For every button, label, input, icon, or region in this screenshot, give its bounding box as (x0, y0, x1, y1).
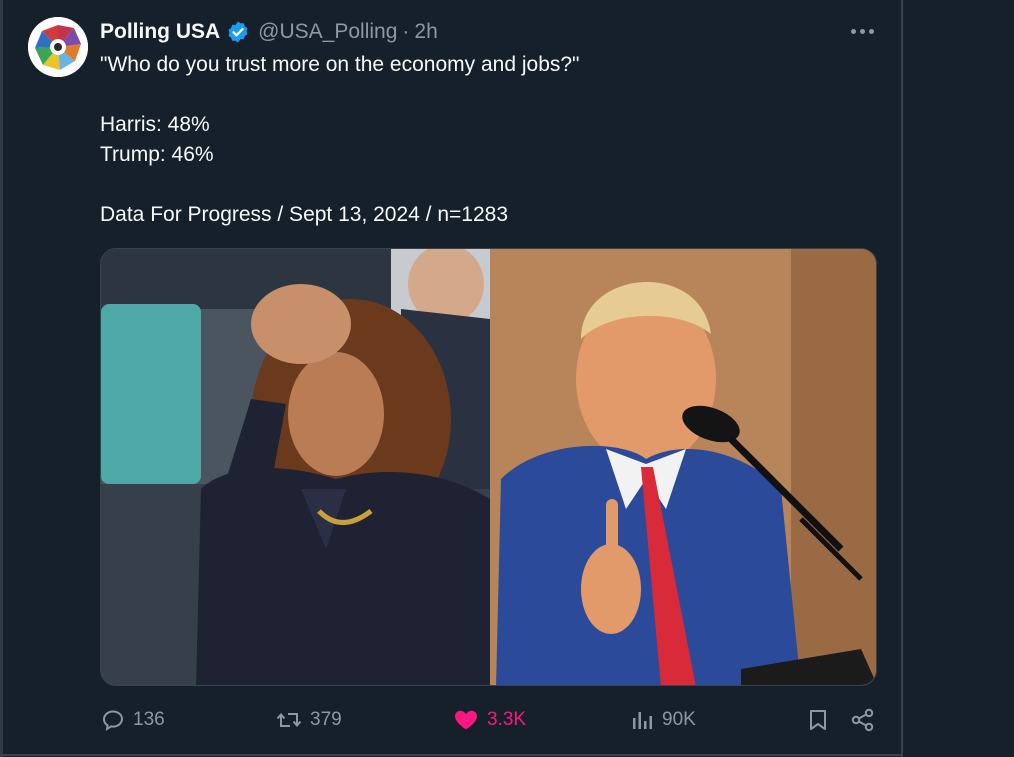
avatar[interactable] (28, 17, 88, 77)
tweet-line-source: Data For Progress / Sept 13, 2024 / n=12… (100, 203, 509, 226)
repost-button[interactable]: 379 (276, 705, 342, 735)
more-icon[interactable] (851, 26, 875, 38)
share-button[interactable] (850, 705, 876, 735)
tweet-line-harris: Harris: 48% (100, 113, 210, 136)
repost-icon (276, 712, 302, 728)
trump-photo (490, 249, 876, 685)
tweet-header: Polling USA @USA_Polling · 2h (100, 17, 438, 47)
reply-icon (102, 710, 124, 732)
handle[interactable]: @USA_Polling (258, 20, 397, 44)
verified-badge-icon[interactable] (226, 20, 250, 44)
reply-count: 136 (133, 709, 165, 730)
like-button[interactable]: 3.3K (453, 705, 526, 735)
action-bar: 136 379 3.3K 90K (0, 705, 903, 735)
media-image[interactable] (100, 248, 877, 686)
tweet-text: "Who do you trust more on the economy an… (100, 50, 580, 230)
like-count: 3.3K (487, 709, 527, 730)
views-button[interactable]: 90K (632, 705, 696, 735)
divider (0, 754, 903, 756)
separator-dot: · (402, 20, 410, 43)
left-border (0, 0, 3, 757)
views-icon (633, 712, 652, 729)
views-count: 90K (662, 709, 696, 730)
timestamp[interactable]: 2h (414, 20, 437, 44)
right-border (901, 0, 903, 757)
repost-count: 379 (310, 709, 342, 730)
tweet-line-trump: Trump: 46% (100, 143, 214, 166)
tweet-line-question: "Who do you trust more on the economy an… (100, 53, 580, 76)
bookmark-button[interactable] (807, 705, 829, 735)
bookmark-icon (810, 710, 826, 730)
share-icon (851, 708, 874, 732)
harris-photo (101, 249, 490, 685)
heart-icon (455, 710, 477, 730)
display-name[interactable]: Polling USA (100, 20, 220, 44)
polling-usa-logo (28, 17, 88, 77)
reply-button[interactable]: 136 (101, 705, 165, 735)
